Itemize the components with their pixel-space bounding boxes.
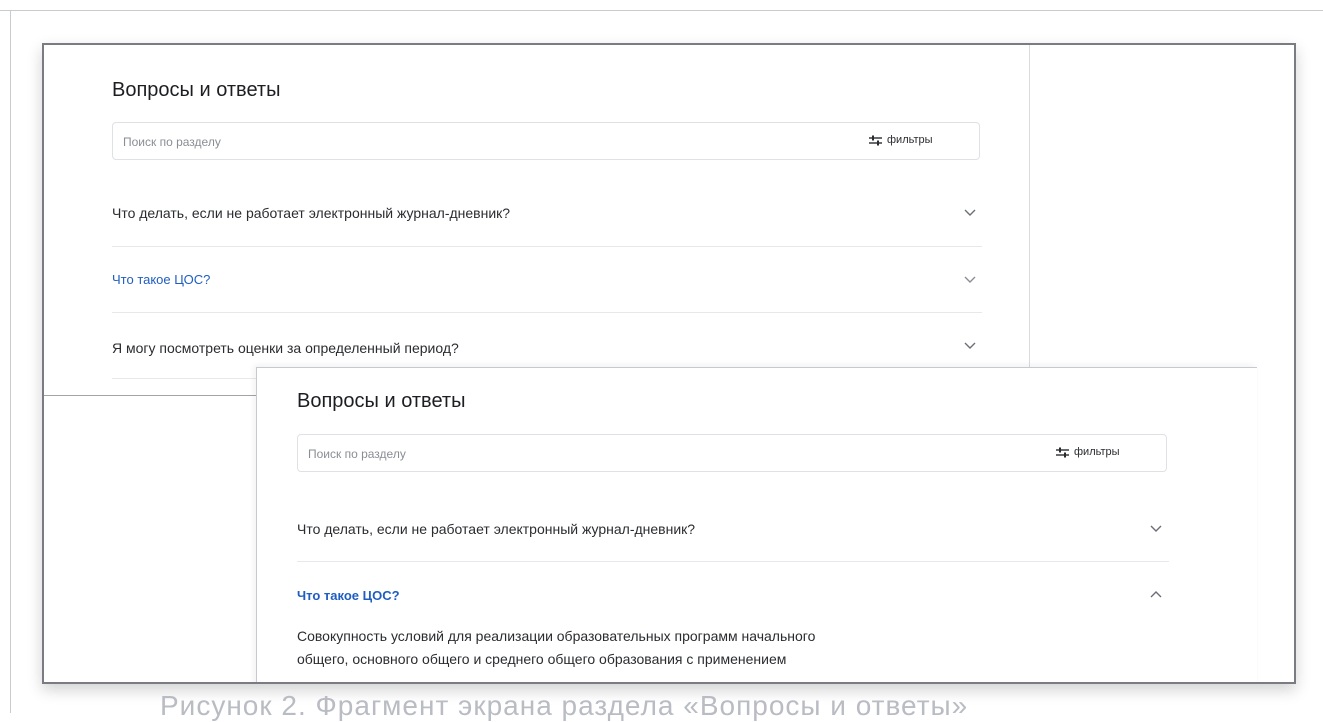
- filters-label: фильтры: [1074, 446, 1120, 458]
- filters-button[interactable]: фильтры: [1056, 446, 1120, 458]
- faq-divider: [112, 246, 982, 247]
- faq-divider: [112, 312, 982, 313]
- chevron-up-icon: [1150, 591, 1162, 598]
- search-input[interactable]: Поиск по разделу фильтры: [297, 434, 1167, 472]
- faq-panel-collapsed-view: Вопросы и ответы Поиск по разделу фильтр…: [44, 45, 1030, 405]
- screenshot-figure: Вопросы и ответы Поиск по разделу фильтр…: [42, 43, 1296, 684]
- search-placeholder: Поиск по разделу: [123, 135, 221, 149]
- faq-panel-expanded-view: Вопросы и ответы Поиск по разделу фильтр…: [256, 367, 1257, 682]
- filters-label: фильтры: [887, 134, 933, 146]
- figure-caption: Рисунок 2. Фрагмент экрана раздела «Вопр…: [160, 690, 969, 721]
- chevron-down-icon: [1150, 525, 1162, 532]
- faq-answer-line: Совокупность условий для реализации обра…: [297, 628, 816, 644]
- filters-button[interactable]: фильтры: [869, 134, 933, 146]
- sliders-icon: [1056, 447, 1069, 457]
- faq-divider: [297, 561, 1169, 562]
- chevron-down-icon: [964, 209, 976, 216]
- faq-question-highlighted: Что такое ЦОС?: [112, 272, 211, 287]
- page-rule-left: [10, 10, 11, 713]
- page-rule-top: [0, 10, 1323, 11]
- faq-answer-line: общего, основного общего и среднего обще…: [297, 651, 787, 667]
- search-placeholder: Поиск по разделу: [308, 447, 406, 461]
- panel-edge-rule: [44, 395, 256, 396]
- page-title: Вопросы и ответы: [112, 79, 281, 101]
- search-input[interactable]: Поиск по разделу фильтры: [112, 122, 980, 160]
- faq-question: Что делать, если не работает электронный…: [297, 521, 696, 537]
- faq-question: Я могу посмотреть оценки за определенный…: [112, 340, 459, 356]
- faq-question-expanded: Что такое ЦОС?: [297, 588, 400, 603]
- chevron-down-icon: [964, 342, 976, 349]
- sliders-icon: [869, 135, 882, 145]
- chevron-down-icon: [964, 276, 976, 283]
- faq-question: Что делать, если не работает электронный…: [112, 205, 511, 221]
- faq-answer: Совокупность условий для реализации обра…: [297, 625, 977, 671]
- page-title: Вопросы и ответы: [297, 390, 466, 412]
